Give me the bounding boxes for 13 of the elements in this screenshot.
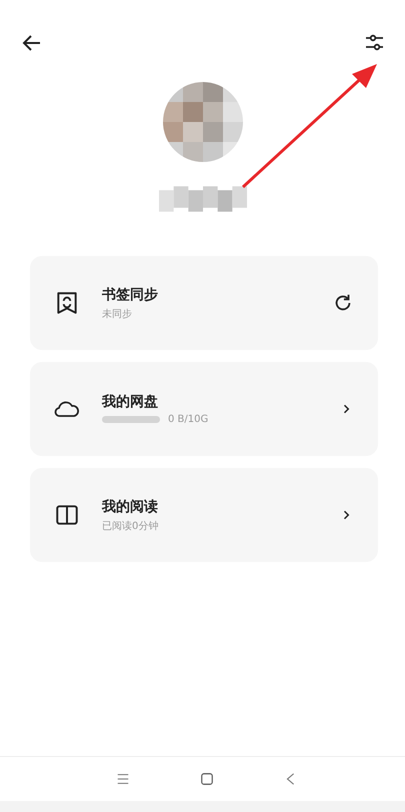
chevron-right-icon <box>342 403 350 415</box>
card-title: 书签同步 <box>102 286 159 304</box>
storage-usage: 0 B/10G <box>168 414 208 425</box>
chevron-right-icon <box>342 509 350 521</box>
card-title: 我的阅读 <box>102 498 159 516</box>
home-square-icon[interactable] <box>200 772 214 786</box>
card-subtitle: 未同步 <box>102 308 133 320</box>
menu-card[interactable]: 我的网盘 0 B/10G <box>30 362 378 456</box>
menu-card[interactable]: 书签同步 未同步 <box>30 256 378 350</box>
card-title: 我的网盘 <box>102 393 159 411</box>
menu-card[interactable]: 我的阅读 已阅读0分钟 <box>30 468 378 562</box>
menu-icon[interactable] <box>116 772 130 786</box>
card-subtitle: 已阅读0分钟 <box>102 520 160 532</box>
